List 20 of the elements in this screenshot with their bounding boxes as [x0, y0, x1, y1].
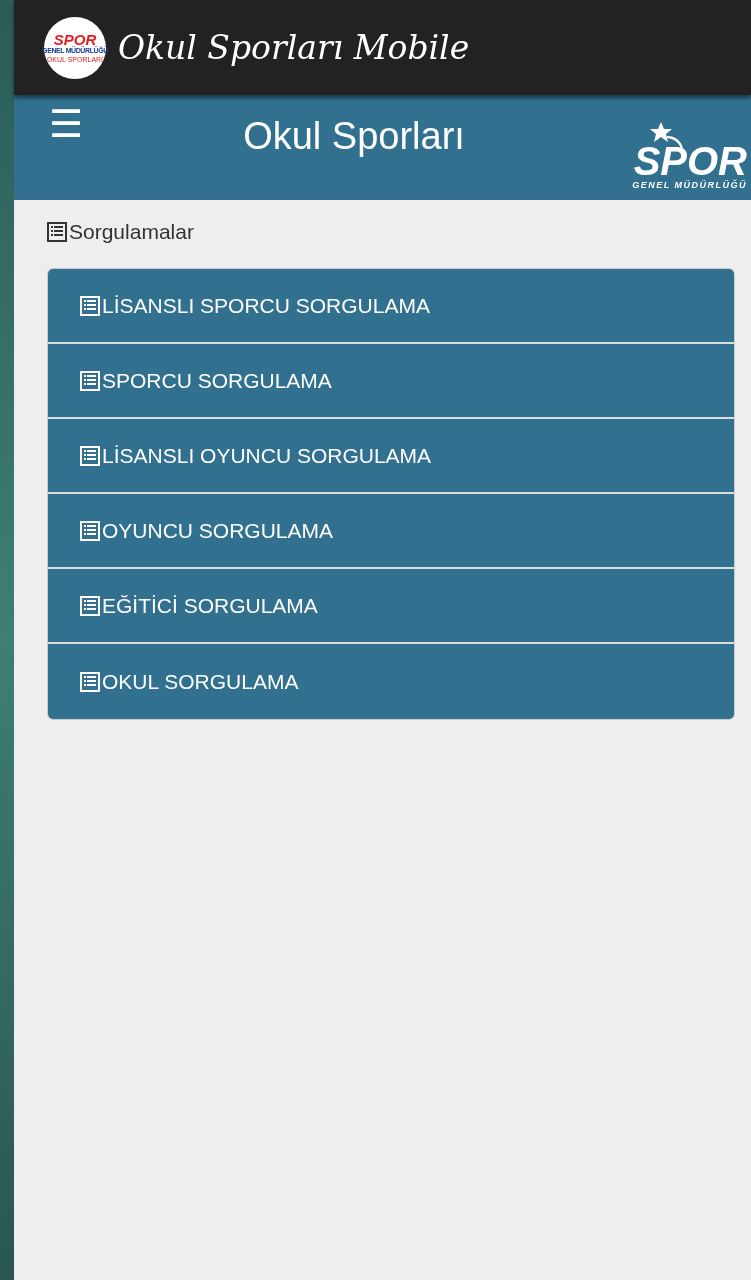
menu-item[interactable]: SPORCU SORGULAMA	[48, 344, 734, 419]
menu-item[interactable]: OKUL SORGULAMA	[48, 644, 734, 719]
menu-item[interactable]: EĞİTİCİ SORGULAMA	[48, 569, 734, 644]
list-icon	[80, 445, 100, 466]
menu-button[interactable]: ☰	[46, 105, 86, 143]
menu-item[interactable]: LİSANSLI SPORCU SORGULAMA	[48, 269, 734, 344]
app-title: Okul Sporları Mobile	[118, 28, 470, 67]
logo-subtitle: GENEL MÜDÜRLÜĞÜ	[632, 179, 747, 190]
page-title: Okul Sporları	[242, 115, 466, 158]
list-icon	[80, 295, 100, 316]
list-icon	[80, 370, 100, 391]
list-icon	[80, 595, 100, 616]
logo-mark: SPOR	[53, 31, 97, 47]
menu-item[interactable]: OYUNCU SORGULAMA	[48, 494, 734, 569]
list-icon	[80, 520, 100, 541]
list-icon	[80, 671, 100, 692]
list-icon	[47, 222, 67, 242]
logo-mark: SPOR	[633, 141, 747, 180]
menu-item[interactable]: LİSANSLI OYUNCU SORGULAMA	[48, 419, 734, 494]
section-title: Sorgulamalar	[69, 220, 194, 244]
